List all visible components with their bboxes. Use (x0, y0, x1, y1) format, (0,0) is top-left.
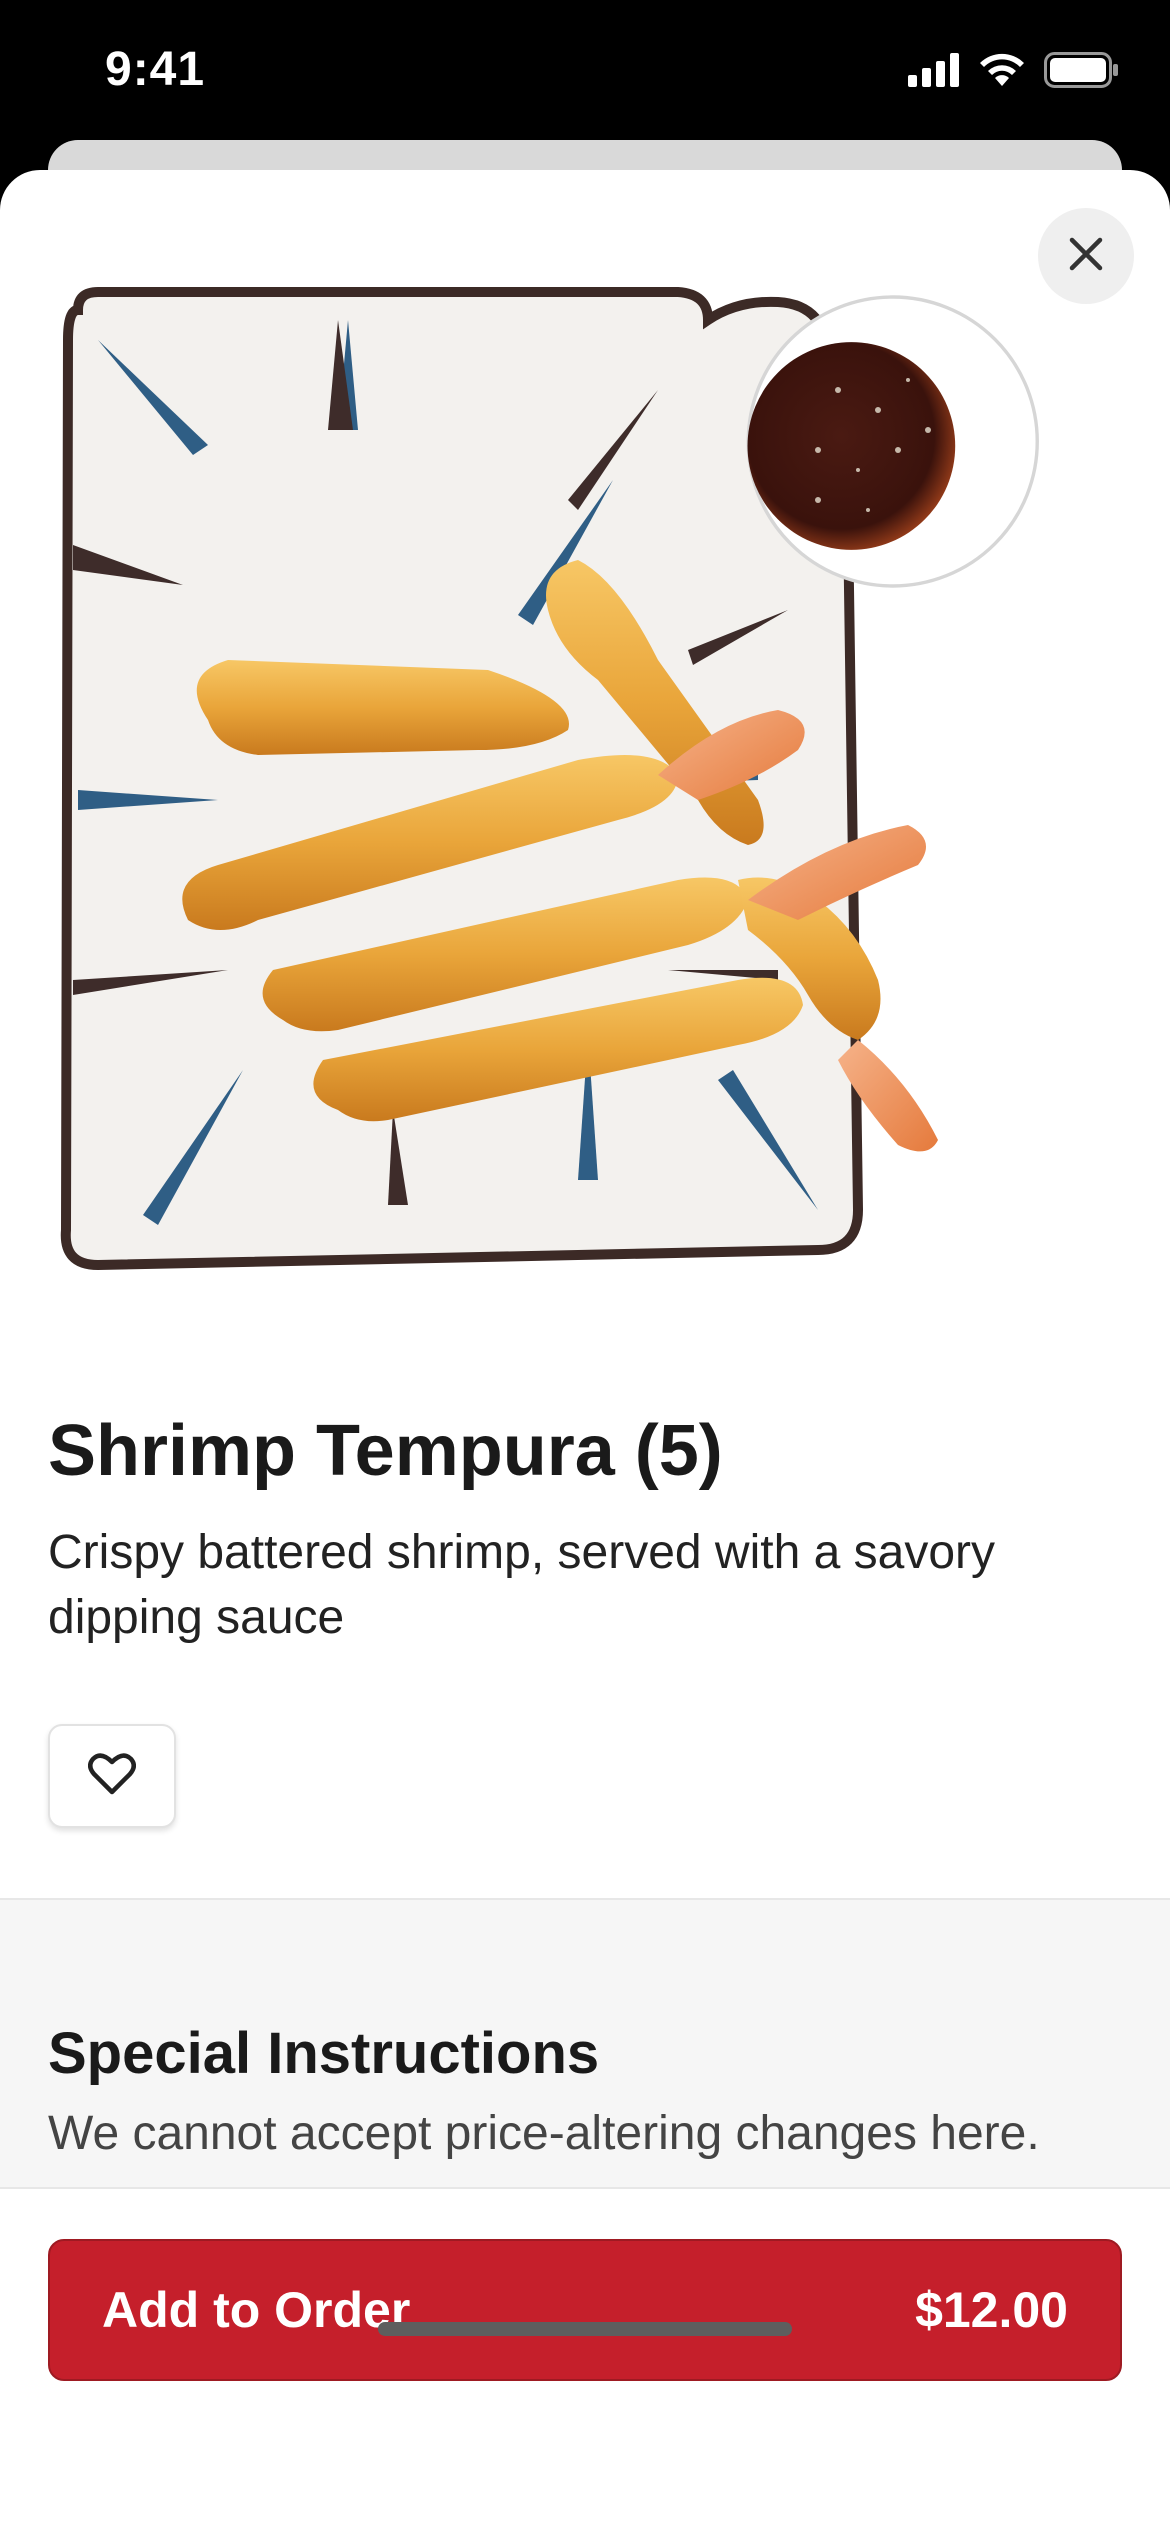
item-title: Shrimp Tempura (5) (48, 1411, 723, 1491)
item-description: Crispy battered shrimp, served with a sa… (48, 1526, 996, 1644)
screen: 9:41 Shrimp Tempura (5) Crispy battered … (0, 0, 1170, 2532)
item-detail-sheet: Shrimp Tempura (5) Crispy battered shrim… (0, 170, 1170, 2532)
add-to-order-button[interactable]: Add to Order $12.00 (48, 2239, 1122, 2381)
order-footer: Add to Order $12.00 (0, 2187, 1170, 2532)
item-image (58, 280, 1102, 1280)
home-indicator[interactable] (378, 2322, 792, 2336)
special-instructions-subtitle: We cannot accept price-altering changes … (48, 2107, 1040, 2160)
status-icons (908, 52, 1120, 93)
battery-icon (1044, 52, 1120, 93)
special-instructions-title: Special Instructions (48, 2021, 600, 2086)
wifi-icon (978, 52, 1026, 93)
status-time: 9:41 (105, 43, 206, 96)
heart-icon (88, 1752, 136, 1801)
order-price: $12.00 (915, 2282, 1068, 2338)
close-icon (1066, 234, 1106, 279)
add-to-order-label: Add to Order (102, 2282, 411, 2338)
signal-icon (908, 53, 960, 92)
status-bar: 9:41 (0, 0, 1170, 150)
favorite-button[interactable] (48, 1724, 176, 1828)
